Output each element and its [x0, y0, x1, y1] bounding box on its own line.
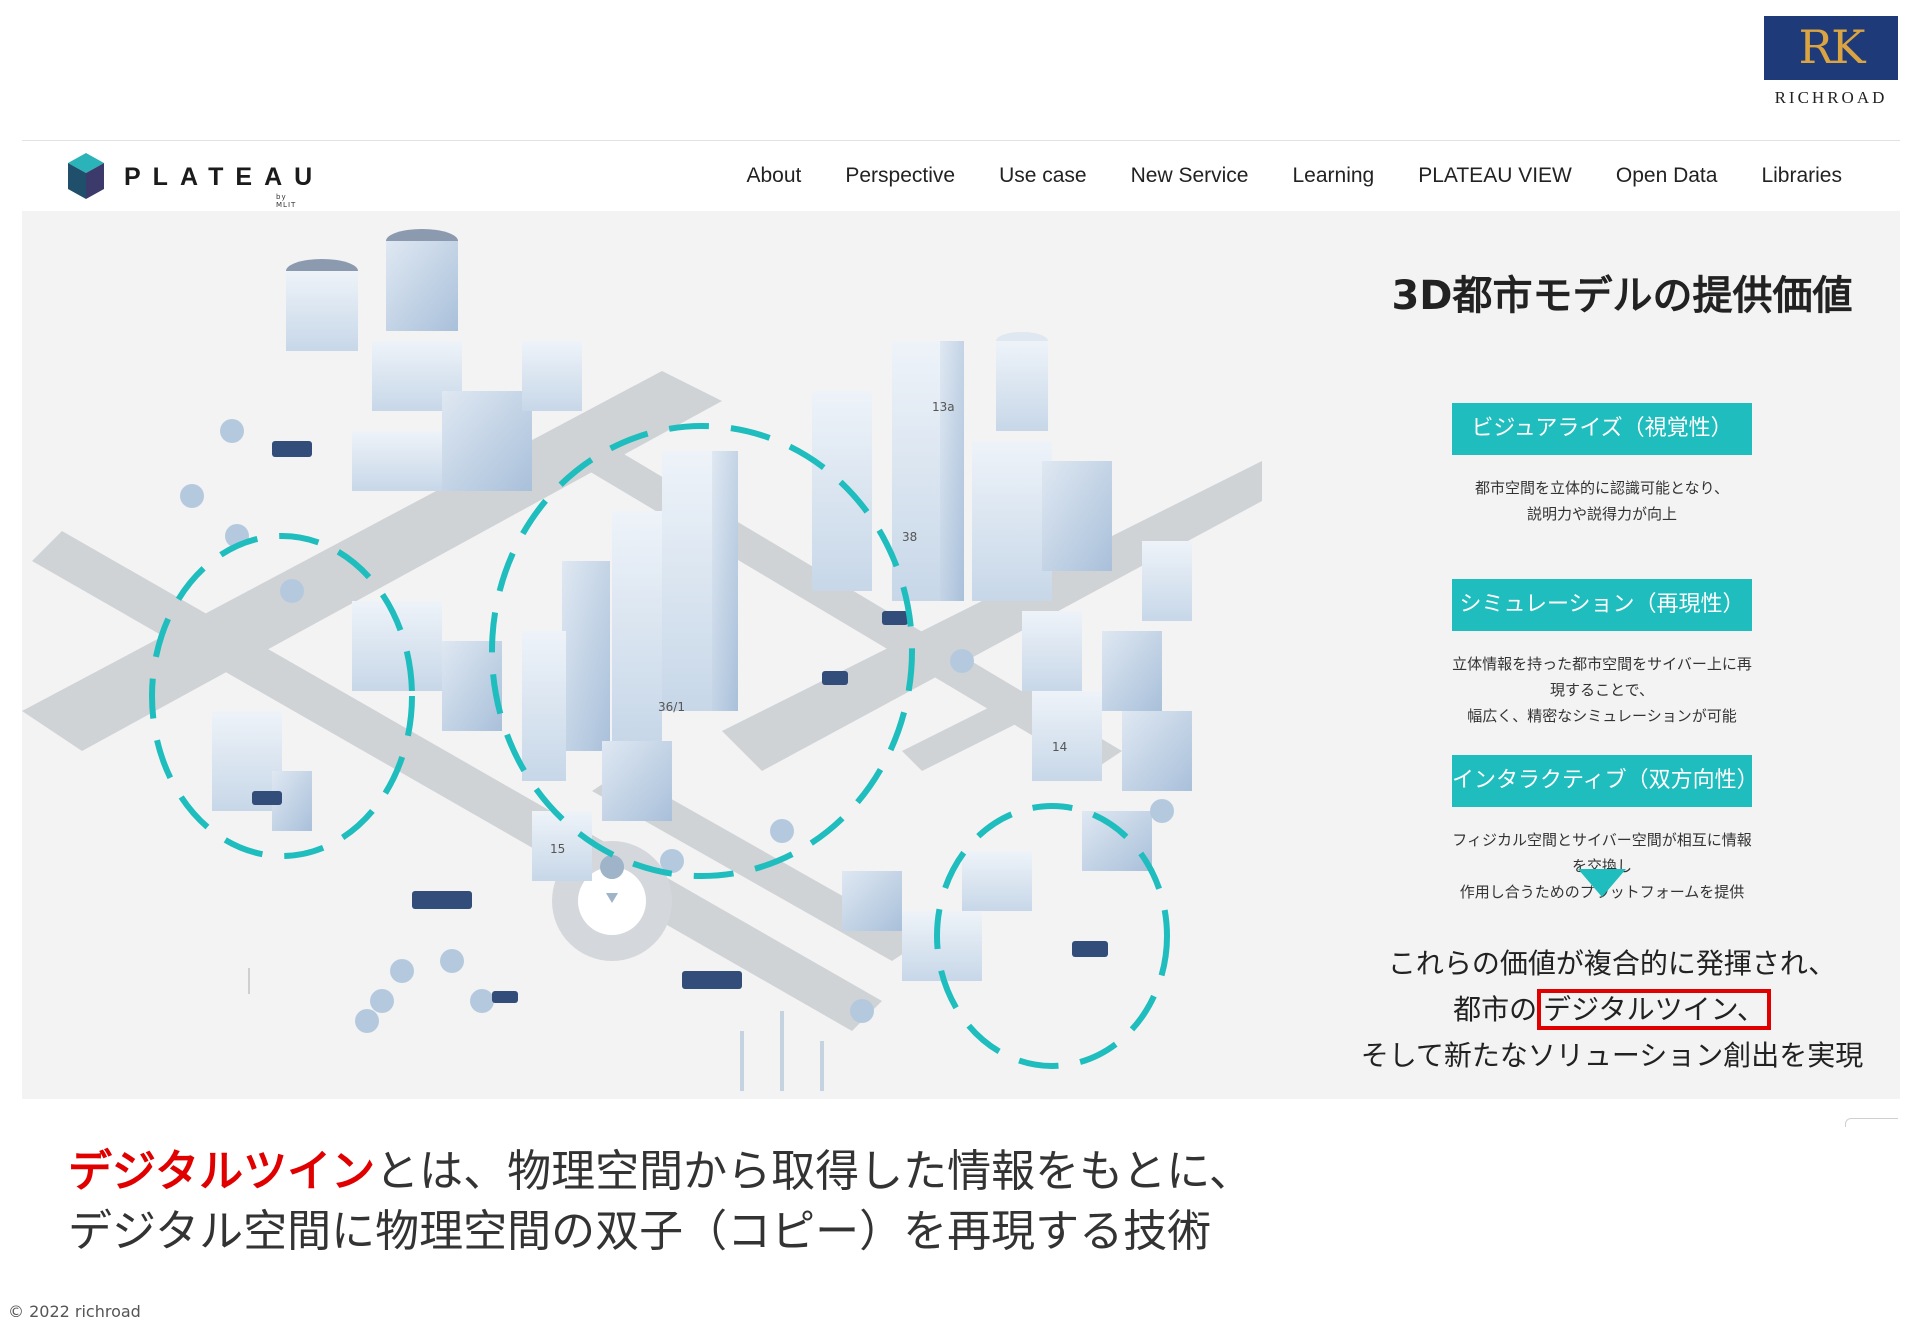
caption-line-1-rest: とは、物理空間から取得した情報をもとに、	[375, 1146, 1253, 1197]
value-label: シミュレーション（再現性）	[1452, 579, 1752, 631]
conclusion-line: 都市の デジタルツイン、	[1342, 987, 1882, 1033]
down-triangle-icon	[1578, 869, 1626, 897]
value-description-line: 立体情報を持った都市空間をサイバー上に再現することで、	[1452, 655, 1752, 699]
plateau-website-screenshot: PLATEAU by MLIT About Perspective Use ca…	[22, 140, 1900, 1099]
richroad-logo-mark: RK	[1764, 16, 1898, 80]
nav-about[interactable]: About	[724, 159, 823, 193]
panel-title: 3D都市モデルの提供価値	[1391, 273, 1853, 319]
plateau-cube-icon	[68, 153, 104, 199]
nav-new-service[interactable]: New Service	[1109, 159, 1271, 193]
richroad-logo: RK RICHROAD	[1764, 16, 1898, 112]
definition-caption: デジタルツインとは、物理空間から取得した情報をもとに、 デジタル空間に物理空間の…	[68, 1142, 1253, 1262]
conclusion-line: そして新たなソリューション創出を実現	[1360, 1039, 1864, 1072]
plateau-subtitle: by MLIT	[276, 193, 297, 209]
building-label: 14	[1052, 740, 1067, 754]
copyright: © 2022 richroad	[8, 1302, 141, 1321]
nav-libraries[interactable]: Libraries	[1739, 159, 1864, 193]
nav-open-data[interactable]: Open Data	[1594, 159, 1740, 193]
building-label: 36/1	[658, 700, 685, 714]
value-simulation: シミュレーション（再現性） 立体情報を持った都市空間をサイバー上に再現することで…	[1452, 579, 1752, 729]
conclusion-text: これらの価値が複合的に発揮され、 都市の デジタルツイン、 そして新たなソリューシ…	[1342, 941, 1882, 1079]
richroad-wordmark: RICHROAD	[1774, 88, 1888, 107]
value-label: インタラクティブ（双方向性）	[1452, 755, 1759, 807]
richroad-monogram: RK	[1798, 20, 1866, 74]
site-header: PLATEAU by MLIT About Perspective Use ca…	[22, 141, 1900, 211]
nav-perspective[interactable]: Perspective	[823, 159, 977, 193]
conclusion-prefix: 都市の	[1453, 993, 1538, 1026]
value-description: 立体情報を持った都市空間をサイバー上に再現することで、 幅広く、精密なシミュレー…	[1452, 651, 1752, 729]
value-description-line: 幅広く、精密なシミュレーションが可能	[1467, 707, 1737, 725]
building-label: 13a	[932, 400, 955, 414]
main-nav: About Perspective Use case New Service L…	[724, 159, 1864, 193]
plateau-wordmark: PLATEAU	[124, 163, 325, 191]
conclusion-line: これらの価値が複合的に発揮され、	[1387, 947, 1837, 980]
nav-plateau-view[interactable]: PLATEAU VIEW	[1396, 159, 1594, 193]
value-description: 都市空間を立体的に認識可能となり、 説明力や説得力が向上	[1452, 475, 1752, 527]
value-visualize: ビジュアライズ（視覚性） 都市空間を立体的に認識可能となり、 説明力や説得力が向…	[1452, 403, 1752, 527]
plateau-logo[interactable]: PLATEAU by MLIT	[66, 151, 312, 209]
building-label: 38	[902, 530, 917, 544]
caption-line-2: デジタル空間に物理空間の双子（コピー）を再現する技術	[68, 1206, 1212, 1257]
caption-term: デジタルツイン	[68, 1146, 376, 1197]
nav-learning[interactable]: Learning	[1270, 159, 1396, 193]
value-description-line: 都市空間を立体的に認識可能となり、	[1475, 479, 1729, 497]
digital-twin-highlight: デジタルツイン、	[1537, 989, 1771, 1030]
city-illustration: 13a 38 36/1 14 15	[22, 229, 1262, 1091]
building-label: 15	[550, 842, 565, 856]
corner-mark	[1845, 1118, 1898, 1127]
value-panel: 3D都市モデルの提供価値 ビジュアライズ（視覚性） 都市空間を立体的に認識可能と…	[1361, 211, 1882, 1099]
value-description-line: 説明力や説得力が向上	[1526, 505, 1677, 523]
value-label: ビジュアライズ（視覚性）	[1452, 403, 1752, 455]
divider-mark	[248, 968, 250, 994]
caption-line-1: デジタルツインとは、物理空間から取得した情報をもとに、	[68, 1142, 1253, 1202]
nav-use-case[interactable]: Use case	[977, 159, 1109, 193]
wind-turbines	[740, 1011, 824, 1091]
